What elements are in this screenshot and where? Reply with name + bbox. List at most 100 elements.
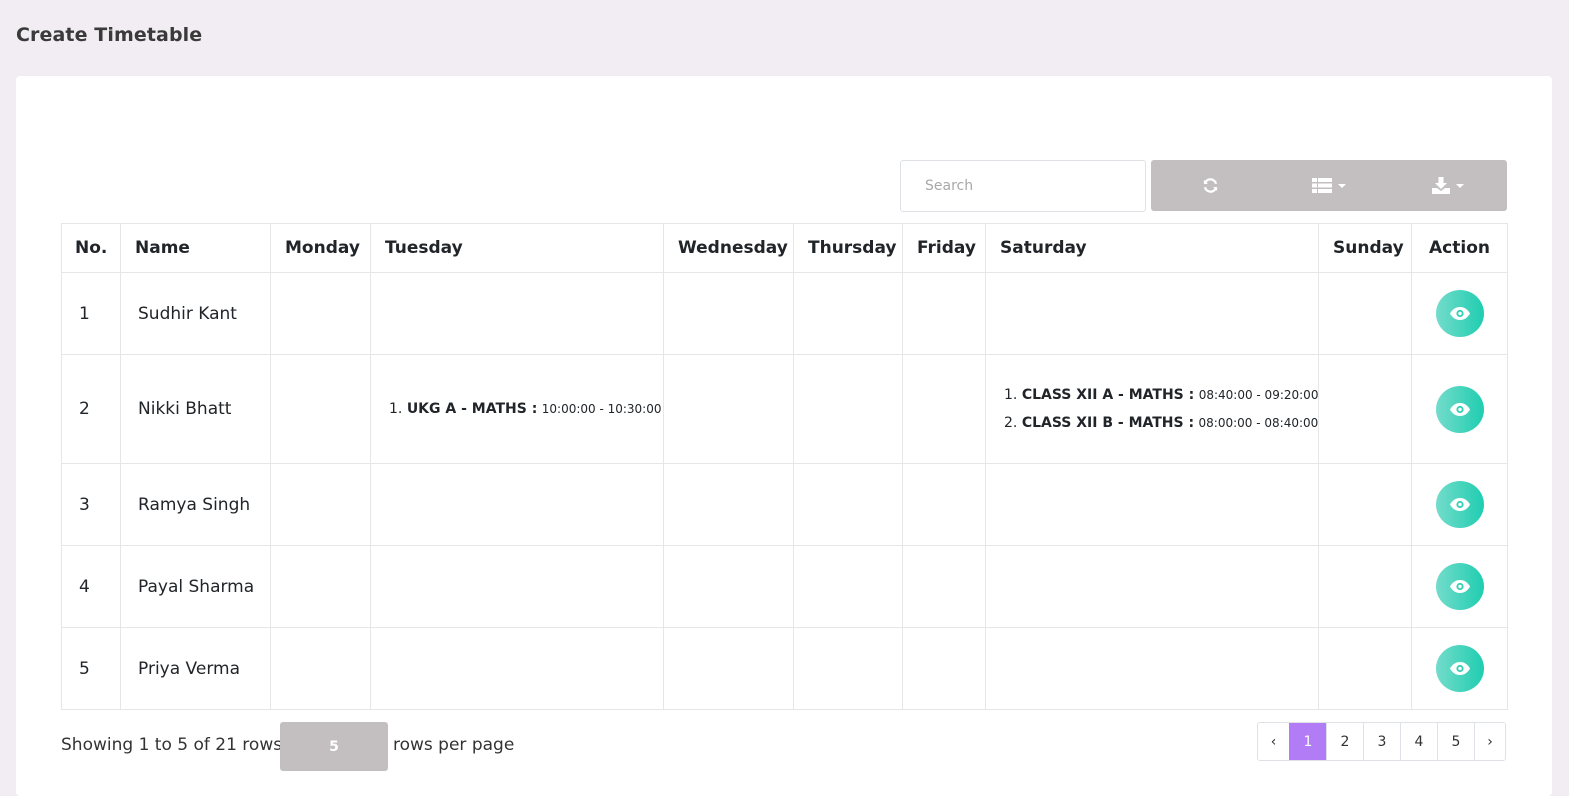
friday-cell xyxy=(902,354,986,464)
friday-cell xyxy=(902,627,986,710)
view-button[interactable] xyxy=(1435,290,1484,337)
teacher-name: Nikki Bhatt xyxy=(120,354,271,464)
action-cell xyxy=(1411,463,1508,546)
action-cell xyxy=(1411,627,1508,710)
page-size-dropdown[interactable]: 5 xyxy=(280,722,388,771)
schedule-number: 1. xyxy=(389,401,403,417)
tuesday-cell xyxy=(370,545,664,628)
header-thursday[interactable]: Thursday xyxy=(793,223,903,273)
schedule-number: 2. xyxy=(1004,415,1018,431)
saturday-cell xyxy=(985,463,1319,546)
columns-button[interactable] xyxy=(1270,160,1389,211)
table-row: 3 Ramya Singh xyxy=(61,463,1508,546)
teacher-name: Ramya Singh xyxy=(120,463,271,546)
row-number: 5 xyxy=(61,627,121,710)
wednesday-cell xyxy=(663,354,794,464)
monday-cell xyxy=(270,627,371,710)
eye-icon xyxy=(1449,307,1470,320)
schedule-time: 08:00:00 - 08:40:00 xyxy=(1198,416,1319,430)
pagination: ‹ 1 2 3 4 5 › xyxy=(1257,722,1506,761)
thursday-cell xyxy=(793,354,903,464)
pagination-next[interactable]: › xyxy=(1474,723,1505,760)
row-number: 1 xyxy=(61,272,121,355)
table-row: 4 Payal Sharma xyxy=(61,545,1508,628)
thursday-cell xyxy=(793,272,903,355)
thursday-cell xyxy=(793,545,903,628)
friday-cell xyxy=(902,463,986,546)
wednesday-cell xyxy=(663,627,794,710)
eye-icon xyxy=(1449,580,1470,593)
refresh-button[interactable] xyxy=(1151,160,1270,211)
chevron-down-icon xyxy=(1455,183,1464,188)
monday-cell xyxy=(270,545,371,628)
schedule-class: UKG A - MATHS : xyxy=(406,401,538,417)
header-monday[interactable]: Monday xyxy=(270,223,371,273)
header-no[interactable]: No. xyxy=(61,223,121,273)
saturday-cell: 1. CLASS XII A - MATHS : 08:40:00 - 09:2… xyxy=(985,354,1319,464)
wednesday-cell xyxy=(663,463,794,546)
saturday-cell xyxy=(985,627,1319,710)
header-name[interactable]: Name xyxy=(120,223,271,273)
row-number: 3 xyxy=(61,463,121,546)
thursday-cell xyxy=(793,627,903,710)
header-tuesday[interactable]: Tuesday xyxy=(370,223,664,273)
monday-cell xyxy=(270,354,371,464)
monday-cell xyxy=(270,463,371,546)
sunday-cell xyxy=(1318,463,1412,546)
table-header-row: No. Name Monday Tuesday Wednesday Thursd… xyxy=(61,223,1508,273)
sunday-cell xyxy=(1318,545,1412,628)
header-action: Action xyxy=(1411,223,1508,273)
eye-icon xyxy=(1449,498,1470,511)
header-wednesday[interactable]: Wednesday xyxy=(663,223,794,273)
view-button[interactable] xyxy=(1435,563,1484,610)
sunday-cell xyxy=(1318,627,1412,710)
tuesday-cell xyxy=(370,627,664,710)
pagination-info: Showing 1 to 5 of 21 rows xyxy=(61,735,283,755)
table-row: 1 Sudhir Kant xyxy=(61,272,1508,355)
timetable-table: No. Name Monday Tuesday Wednesday Thursd… xyxy=(61,223,1508,710)
tuesday-cell xyxy=(370,463,664,546)
pagination-page-3[interactable]: 3 xyxy=(1363,723,1400,760)
pagination-page-4[interactable]: 4 xyxy=(1400,723,1437,760)
header-saturday[interactable]: Saturday xyxy=(985,223,1319,273)
refresh-icon xyxy=(1203,178,1217,193)
export-button[interactable] xyxy=(1388,160,1507,211)
schedule-number: 1. xyxy=(1004,387,1018,403)
table-row: 2 Nikki Bhatt 1. UKG A - MATHS : 10:00:0… xyxy=(61,354,1508,464)
friday-cell xyxy=(902,545,986,628)
view-button[interactable] xyxy=(1435,385,1484,433)
table-toolbar xyxy=(1151,160,1507,211)
columns-list-icon xyxy=(1312,178,1332,193)
pagination-page-2[interactable]: 2 xyxy=(1326,723,1363,760)
rows-per-page-label: rows per page xyxy=(393,735,515,755)
schedule-item: 2. CLASS XII B - MATHS : 08:00:00 - 08:4… xyxy=(1004,409,1318,437)
row-number: 4 xyxy=(61,545,121,628)
pagination-prev[interactable]: ‹ xyxy=(1258,723,1289,760)
header-friday[interactable]: Friday xyxy=(902,223,986,273)
action-cell xyxy=(1411,354,1508,464)
monday-cell xyxy=(270,272,371,355)
pagination-page-1[interactable]: 1 xyxy=(1289,723,1326,760)
timetable-card: No. Name Monday Tuesday Wednesday Thursd… xyxy=(16,76,1552,796)
view-button[interactable] xyxy=(1435,481,1484,528)
schedule-class: CLASS XII B - MATHS : xyxy=(1021,415,1195,431)
tuesday-cell xyxy=(370,272,664,355)
header-sunday[interactable]: Sunday xyxy=(1318,223,1412,273)
view-button[interactable] xyxy=(1435,645,1484,692)
schedule-item: 1. UKG A - MATHS : 10:00:00 - 10:30:00 xyxy=(389,395,663,423)
action-cell xyxy=(1411,272,1508,355)
search-input[interactable] xyxy=(900,160,1146,212)
saturday-cell xyxy=(985,272,1319,355)
friday-cell xyxy=(902,272,986,355)
page-title: Create Timetable xyxy=(16,24,203,46)
pagination-page-5[interactable]: 5 xyxy=(1437,723,1474,760)
schedule-class: CLASS XII A - MATHS : xyxy=(1021,387,1195,403)
table-row: 5 Priya Verma xyxy=(61,627,1508,710)
eye-icon xyxy=(1449,662,1470,675)
schedule-time: 10:00:00 - 10:30:00 xyxy=(541,402,662,416)
schedule-list: 1. UKG A - MATHS : 10:00:00 - 10:30:00 xyxy=(371,395,663,423)
download-icon xyxy=(1431,177,1450,194)
sunday-cell xyxy=(1318,354,1412,464)
tuesday-cell: 1. UKG A - MATHS : 10:00:00 - 10:30:00 xyxy=(370,354,664,464)
row-number: 2 xyxy=(61,354,121,464)
